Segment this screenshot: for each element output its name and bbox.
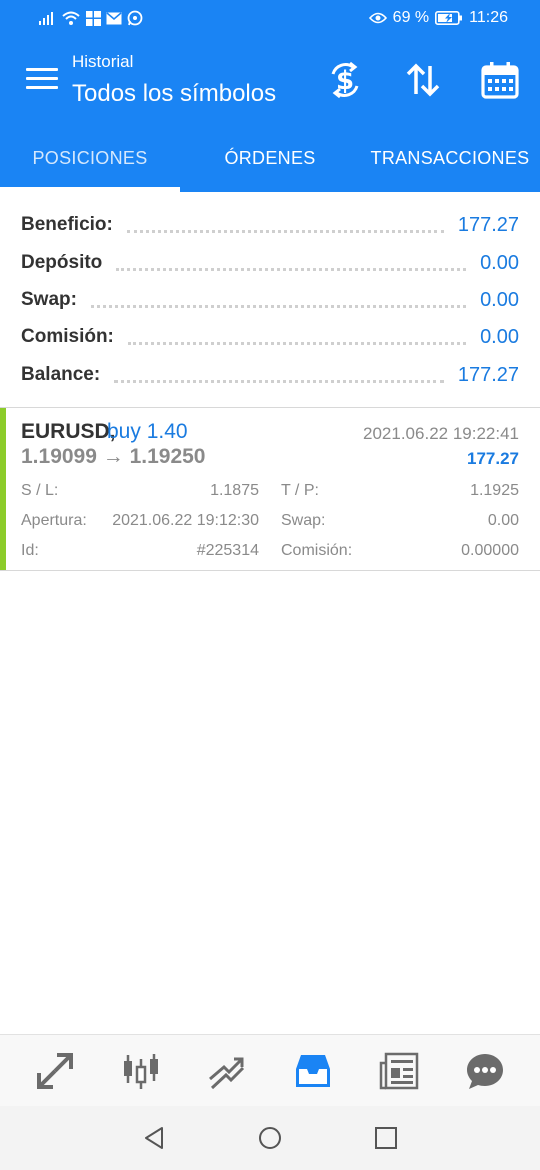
recents-icon[interactable] xyxy=(372,1124,400,1152)
back-icon[interactable] xyxy=(140,1124,168,1152)
wifi-icon xyxy=(62,11,80,25)
dotted-leader xyxy=(127,341,467,345)
menu-icon[interactable] xyxy=(26,68,58,90)
tab-bar: POSICIONES ÓRDENES TRANSACCIONES xyxy=(0,122,540,192)
active-tab-indicator xyxy=(0,187,180,192)
bottom-navigation xyxy=(0,1034,540,1107)
dotted-leader xyxy=(90,304,467,308)
position-side: buy 1.40 xyxy=(107,420,188,443)
chart-candles-icon[interactable] xyxy=(121,1051,161,1091)
sl-label: S / L: xyxy=(21,482,59,499)
summary-label: Balance: xyxy=(21,364,101,385)
page-subtitle: Historial xyxy=(72,52,134,71)
commission-value: 0.00000 xyxy=(461,542,519,559)
summary-value: 0.00 xyxy=(480,288,519,311)
trade-icon[interactable] xyxy=(207,1051,247,1091)
divider xyxy=(0,570,540,571)
summary-value: 177.27 xyxy=(457,213,519,236)
history-inbox-icon[interactable] xyxy=(293,1051,333,1091)
windows-icon xyxy=(86,10,101,26)
summary-label: Beneficio: xyxy=(21,214,113,235)
mail-icon xyxy=(106,11,122,24)
summary-value: 0.00 xyxy=(480,325,519,348)
calendar-icon[interactable] xyxy=(480,60,520,100)
summary-value: 0.00 xyxy=(480,251,519,274)
tab-ordenes[interactable]: ÓRDENES xyxy=(180,122,360,192)
app-bar: Historial Todos los símbolos $ xyxy=(0,38,540,122)
news-icon[interactable] xyxy=(379,1051,419,1091)
tp-label: T / P: xyxy=(281,482,319,499)
swap-label: Swap: xyxy=(281,512,326,529)
summary-row-swap: Swap: 0.00 xyxy=(21,281,519,319)
tp-value: 1.1925 xyxy=(470,482,519,499)
position-card[interactable]: EURUSD, buy 1.40 2021.06.22 19:22:41 1.1… xyxy=(0,408,540,570)
dotted-leader xyxy=(126,229,444,233)
battery-icon xyxy=(435,11,463,25)
id-label: Id: xyxy=(21,542,39,559)
sl-value: 1.1875 xyxy=(210,482,259,499)
summary-row-profit: Beneficio: 177.27 xyxy=(21,206,519,244)
summary-value: 177.27 xyxy=(457,363,519,386)
commission-label: Comisión: xyxy=(281,542,353,559)
eye-icon xyxy=(368,12,387,24)
clock: 11:26 xyxy=(469,9,508,26)
quotes-icon[interactable] xyxy=(35,1051,75,1091)
position-prices: 1.19099 → 1.19250 xyxy=(21,445,206,468)
summary-row-deposit: Depósito 0.00 xyxy=(21,244,519,282)
symbol-filter-icon[interactable]: $ xyxy=(325,60,365,100)
open-label: Apertura: xyxy=(21,512,87,529)
chat-icon[interactable] xyxy=(465,1051,505,1091)
home-icon[interactable] xyxy=(256,1124,284,1152)
tab-posiciones[interactable]: POSICIONES xyxy=(0,122,180,192)
battery-percent: 69 % xyxy=(392,9,430,26)
system-navigation-bar xyxy=(0,1106,540,1170)
summary-row-balance: Balance: 177.27 xyxy=(21,356,519,394)
page-title[interactable]: Todos los símbolos xyxy=(72,80,276,108)
tab-transacciones[interactable]: TRANSACCIONES xyxy=(360,122,540,192)
sort-icon[interactable] xyxy=(403,60,443,100)
dotted-leader xyxy=(116,267,467,271)
dotted-leader xyxy=(114,379,444,383)
summary-label: Swap: xyxy=(21,289,77,310)
id-value: #225314 xyxy=(196,542,259,559)
position-symbol: EURUSD, xyxy=(21,420,116,443)
summary-label: Depósito xyxy=(21,252,103,273)
summary-label: Comisión: xyxy=(21,326,114,347)
summary-row-commission: Comisión: 0.00 xyxy=(21,318,519,356)
profit-indicator-bar xyxy=(0,408,6,570)
swap-value: 0.00 xyxy=(487,512,519,529)
signal-icon xyxy=(39,12,53,25)
status-bar: 69 % 11:26 xyxy=(0,0,540,38)
position-datetime: 2021.06.22 19:22:41 xyxy=(363,424,519,443)
whatsapp-icon xyxy=(127,10,143,26)
position-profit: 177.27 xyxy=(467,449,519,468)
open-value: 2021.06.22 19:12:30 xyxy=(112,512,259,529)
